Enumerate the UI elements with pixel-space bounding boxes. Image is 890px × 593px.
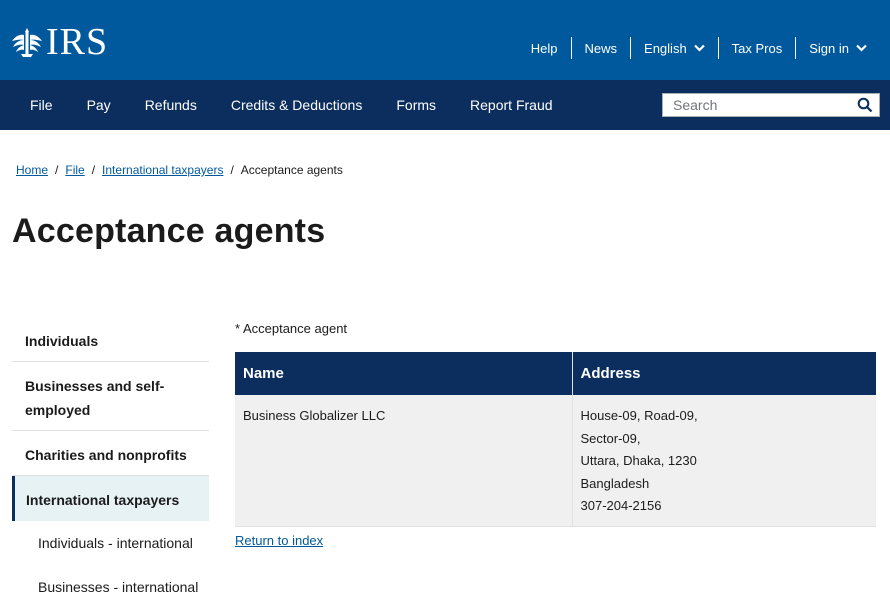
sign-in-button[interactable]: Sign in (795, 37, 880, 59)
sidebar-item-charities[interactable]: Charities and nonprofits (12, 431, 209, 476)
news-link[interactable]: News (570, 37, 631, 59)
sidebar-item-international[interactable]: International taxpayers (12, 476, 209, 521)
address-line: Sector-09, (580, 430, 641, 446)
column-header-address: Address (571, 352, 876, 395)
breadcrumb-current: Acceptance agents (240, 163, 343, 177)
nav-item-credits-deductions[interactable]: Credits & Deductions (231, 97, 363, 113)
address-line: Bangladesh (580, 475, 650, 491)
breadcrumb-separator: / (55, 163, 59, 177)
breadcrumb-separator: / (91, 163, 96, 177)
nav-item-refunds[interactable]: Refunds (145, 97, 197, 113)
nav-item-forms[interactable]: Forms (396, 97, 436, 113)
nav-item-file[interactable]: File (30, 97, 53, 113)
agent-address-cell: House-09, Road-09, Sector-09, Uttara, Dh… (571, 395, 876, 527)
sidebar-item-individuals[interactable]: Individuals (12, 317, 209, 362)
sidebar-nav: Individuals Businesses and self-employed… (12, 317, 209, 593)
address-line: Uttara, Dhaka, 1230 (580, 453, 697, 468)
search-input[interactable] (663, 97, 853, 113)
utility-nav: Help News English Tax Pros Sign in (518, 37, 880, 59)
nav-item-pay[interactable]: Pay (87, 97, 111, 113)
column-header-name: Name (235, 352, 572, 395)
chevron-down-icon (856, 44, 867, 52)
agents-table: Name Address Business Globalizer LLC Hou… (235, 352, 876, 527)
breadcrumb-file-link[interactable]: File (65, 163, 84, 177)
sidebar-subitem-businesses-international[interactable]: Businesses - international (12, 565, 209, 593)
irs-logo[interactable]: IRS (10, 21, 109, 63)
phone-number: 307-204-2156 (580, 498, 662, 513)
eagle-emblem-icon (12, 28, 42, 57)
breadcrumb-home-link[interactable]: Home (16, 163, 48, 177)
logo-text: IRS (46, 21, 109, 63)
breadcrumb-separator: / (230, 163, 234, 177)
chevron-down-icon (693, 44, 705, 52)
return-to-index-link[interactable]: Return to index (235, 533, 323, 548)
page-title: Acceptance agents (12, 212, 326, 250)
language-label: English (644, 40, 687, 56)
nav-item-report-fraud[interactable]: Report Fraud (470, 97, 552, 113)
agent-name-cell: Business Globalizer LLC (235, 395, 572, 527)
tax-pros-link[interactable]: Tax Pros (717, 37, 796, 59)
sign-in-label: Sign in (809, 40, 849, 56)
breadcrumb-international-link[interactable]: International taxpayers (102, 163, 223, 177)
breadcrumb: Home / File / International taxpayers / … (16, 163, 343, 177)
sidebar-subitem-individuals-international[interactable]: Individuals - international (12, 521, 209, 565)
sidebar-item-businesses[interactable]: Businesses and self-employed (12, 362, 209, 431)
main-nav: File Pay Refunds Credits & Deductions Fo… (0, 80, 890, 130)
language-selector[interactable]: English (630, 37, 718, 59)
help-link[interactable]: Help (518, 37, 571, 59)
address-line: House-09, Road-09, (580, 408, 698, 423)
site-header: IRS Help News English Tax Pros Sign in (0, 0, 890, 80)
acceptance-agent-note: * Acceptance agent (235, 321, 348, 336)
search-icon[interactable] (857, 97, 873, 113)
table-header-row: Name Address (235, 352, 876, 395)
search-box (662, 93, 880, 117)
table-row: Business Globalizer LLC House-09, Road-0… (235, 395, 876, 527)
